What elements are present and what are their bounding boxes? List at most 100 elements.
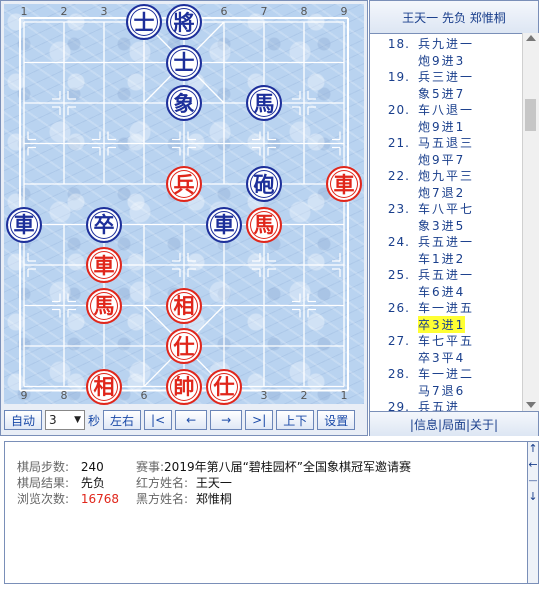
last-move-button[interactable]: >| xyxy=(245,410,274,430)
red-piece[interactable]: 馬 xyxy=(86,287,122,324)
move-row-red[interactable]: 24. 兵五进一 xyxy=(370,233,474,249)
xiangqi-board[interactable]: 123456789 987654321 士將士象馬兵砲車車卒車馬車馬相仕相帥仕 xyxy=(4,4,364,405)
event-label: 赛事: xyxy=(136,460,165,474)
black-piece[interactable]: 馬 xyxy=(246,85,282,121)
move-row-red[interactable]: 23. 车八平七 xyxy=(370,200,474,216)
move-number: 22. xyxy=(387,169,410,183)
move-number: 21. xyxy=(387,136,410,150)
result-value: 先负 xyxy=(80,476,105,490)
speed-select[interactable]: 3 ▼ xyxy=(45,410,86,430)
scroll-up-arrow-icon[interactable]: ↑ xyxy=(528,442,538,455)
game-title: 王天一 先负 郑惟桐 xyxy=(370,1,538,34)
move-row-red[interactable]: 26. 车一进五 xyxy=(370,299,474,315)
black-move-text[interactable]: 车1进2 xyxy=(418,250,465,267)
red-piece[interactable]: 車 xyxy=(86,247,122,283)
red-piece[interactable]: 仕 xyxy=(206,368,242,405)
move-row-red[interactable]: 28. 车一进二 xyxy=(370,365,474,381)
move-row-black[interactable]: 象3进5 xyxy=(370,217,465,233)
flip-left-right-button[interactable]: 左右 xyxy=(103,410,142,430)
red-move-text[interactable]: 车七平五 xyxy=(418,332,474,349)
move-row-red[interactable]: 20. 车八退一 xyxy=(370,101,474,117)
flip-up-down-button[interactable]: 上下 xyxy=(276,410,315,430)
move-row-black[interactable]: 炮7退2 xyxy=(370,184,465,200)
move-row-red[interactable]: 18. 兵九进一 xyxy=(370,35,474,51)
move-number: 25. xyxy=(387,268,410,282)
next-move-button[interactable]: → xyxy=(210,410,243,430)
scroll-down-arrow-icon[interactable]: ↓ xyxy=(528,490,538,503)
red-piece[interactable]: 仕 xyxy=(166,328,202,364)
steps-row: 棋局步数: 240 xyxy=(17,458,104,475)
black-move-text[interactable]: 炮9进3 xyxy=(418,52,465,69)
red-piece[interactable]: 相 xyxy=(86,368,122,405)
black-move-text[interactable]: 炮7退2 xyxy=(418,184,465,201)
red-piece[interactable]: 馬 xyxy=(246,206,282,243)
black-move-text[interactable]: 象5进7 xyxy=(418,85,465,102)
top-file-number: 9 xyxy=(340,5,348,18)
black-move-text[interactable]: 马7退6 xyxy=(418,382,465,399)
red-move-text[interactable]: 炮九平三 xyxy=(418,167,474,184)
scroll-up-icon[interactable] xyxy=(526,35,536,41)
red-move-text[interactable]: 车八平七 xyxy=(418,200,474,217)
red-move-text[interactable]: 车一进二 xyxy=(418,365,474,382)
move-row-red[interactable]: 21. 马五退三 xyxy=(370,134,474,150)
black-move-text[interactable]: 象3进5 xyxy=(418,217,465,234)
black-piece[interactable]: 車 xyxy=(6,206,42,243)
red-player-row: 红方姓名: 王天一 xyxy=(136,474,232,491)
scroll-minus-icon[interactable]: — xyxy=(528,476,538,486)
info-scrollbar[interactable]: ↑ ← — ↓ xyxy=(527,441,539,584)
black-piece[interactable]: 車 xyxy=(206,206,242,243)
move-row-black[interactable]: 炮9进1 xyxy=(370,118,465,134)
black-piece[interactable]: 砲 xyxy=(246,166,282,202)
move-row-red[interactable]: 19. 兵三进一 xyxy=(370,68,474,84)
settings-button[interactable]: 设置 xyxy=(317,410,356,430)
scroll-left-arrow-icon[interactable]: ← xyxy=(528,458,538,471)
views-row: 浏览次数: 16768 xyxy=(17,490,119,507)
move-list-scrollbar[interactable] xyxy=(522,33,539,411)
move-row-black[interactable]: 车6进4 xyxy=(370,283,465,299)
red-player-label: 红方姓名: xyxy=(136,476,189,490)
auto-play-button[interactable]: 自动 xyxy=(4,410,43,430)
black-piece[interactable]: 士 xyxy=(166,44,202,81)
move-row-black[interactable]: 炮9进3 xyxy=(370,52,465,68)
black-move-text[interactable]: 卒3平4 xyxy=(418,349,465,366)
move-list[interactable]: 18. 兵九进一 炮9进3 19. 兵三进一 象5进7 20. 车八退一 炮9进1 21. 马五退三… xyxy=(370,33,522,411)
black-move-text[interactable]: 车6进4 xyxy=(418,283,465,300)
move-row-black[interactable]: 马7退6 xyxy=(370,382,465,398)
move-row-black[interactable]: 卒3进1 xyxy=(370,315,466,333)
move-row-black[interactable]: 象5进7 xyxy=(370,85,465,101)
top-file-number: 7 xyxy=(260,5,268,18)
prev-move-button[interactable]: ← xyxy=(175,410,208,430)
red-piece[interactable]: 相 xyxy=(166,287,202,324)
black-piece[interactable]: 象 xyxy=(166,85,202,121)
black-piece[interactable]: 將 xyxy=(166,4,202,40)
move-row-black[interactable]: 卒3平4 xyxy=(370,349,465,365)
red-move-text[interactable]: 兵五进一 xyxy=(418,233,474,250)
red-move-text[interactable]: 兵五进一 xyxy=(418,266,474,283)
red-move-text[interactable]: 车一进五 xyxy=(418,299,474,316)
speed-value: 3 xyxy=(49,413,57,427)
scroll-down-icon[interactable] xyxy=(526,402,536,408)
move-row-black[interactable]: 车1进2 xyxy=(370,250,465,266)
red-piece[interactable]: 帥 xyxy=(166,368,202,405)
black-piece[interactable]: 士 xyxy=(126,4,162,40)
move-row-red[interactable]: 22. 炮九平三 xyxy=(370,167,474,183)
scroll-thumb[interactable] xyxy=(525,99,536,131)
black-piece[interactable]: 卒 xyxy=(86,206,122,243)
first-move-button[interactable]: |< xyxy=(144,410,173,430)
red-move-text[interactable]: 兵三进一 xyxy=(418,68,474,85)
red-move-text[interactable]: 兵五进 xyxy=(418,398,460,411)
red-move-text[interactable]: 车八退一 xyxy=(418,101,474,118)
move-row-red[interactable]: 27. 车七平五 xyxy=(370,332,474,348)
panel-links[interactable]: |信息|局面|关于| xyxy=(370,411,538,436)
black-move-text[interactable]: 炮9进1 xyxy=(418,118,465,135)
move-row-black[interactable]: 炮9平7 xyxy=(370,151,465,167)
red-piece[interactable]: 車 xyxy=(326,166,362,202)
red-move-text[interactable]: 马五退三 xyxy=(418,134,474,151)
black-move-text[interactable]: 卒3进1 xyxy=(418,315,466,333)
top-file-number: 8 xyxy=(300,5,308,18)
red-piece[interactable]: 兵 xyxy=(166,166,202,202)
move-row-red[interactable]: 29. 兵五进 xyxy=(370,398,460,411)
black-move-text[interactable]: 炮9平7 xyxy=(418,151,465,168)
move-row-red[interactable]: 25. 兵五进一 xyxy=(370,266,474,282)
red-move-text[interactable]: 兵九进一 xyxy=(418,35,474,52)
